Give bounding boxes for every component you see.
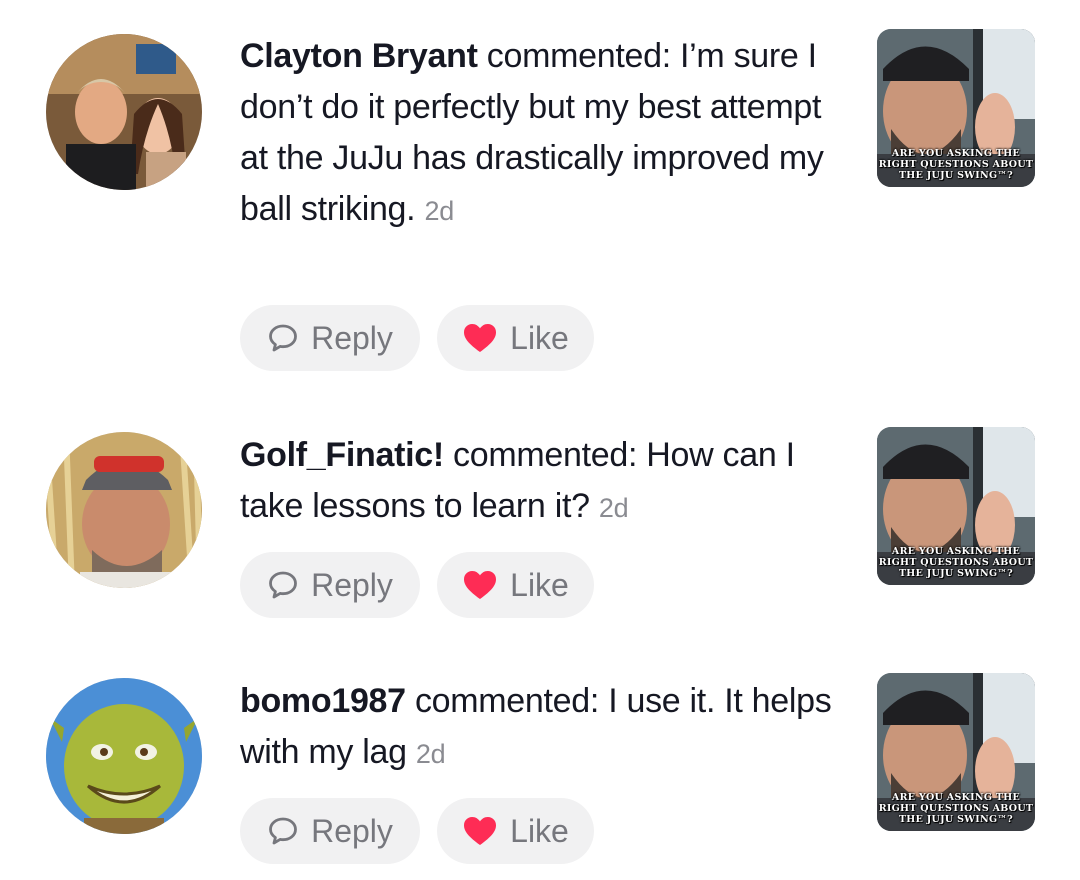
- video-caption: ARE YOU ASKING THE RIGHT QUESTIONS ABOUT…: [878, 792, 1034, 825]
- like-label: Like: [510, 812, 569, 849]
- reply-button[interactable]: Reply: [240, 552, 420, 618]
- reply-label: Reply: [311, 566, 393, 603]
- reply-label: Reply: [311, 812, 393, 849]
- comment-verb: commented:: [414, 682, 600, 720]
- video-thumbnail[interactable]: ARE YOU ASKING THE RIGHT QUESTIONS ABOUT…: [877, 427, 1035, 585]
- comment-verb: commented:: [453, 436, 638, 474]
- reply-label: Reply: [311, 319, 393, 356]
- comment-feed: Clayton Bryant commented: I’m sure I don…: [0, 0, 1080, 880]
- comment-text: Golf_Finatic! commented: How can I take …: [240, 430, 850, 534]
- comment-author[interactable]: Golf_Finatic!: [240, 436, 444, 474]
- comment-text: bomo1987 commented: I use it. It helps w…: [240, 676, 850, 780]
- heart-icon: [464, 817, 497, 845]
- reply-button[interactable]: Reply: [240, 305, 420, 371]
- reply-button[interactable]: Reply: [240, 798, 420, 864]
- video-thumbnail[interactable]: ARE YOU ASKING THE RIGHT QUESTIONS ABOUT…: [877, 673, 1035, 831]
- like-button[interactable]: Like: [437, 552, 594, 618]
- comment-timestamp: 2d: [598, 493, 629, 523]
- video-caption: ARE YOU ASKING THE RIGHT QUESTIONS ABOUT…: [878, 148, 1034, 181]
- speech-bubble-icon: [269, 817, 297, 845]
- speech-bubble-icon: [269, 571, 297, 599]
- comment-text: Clayton Bryant commented: I’m sure I don…: [240, 31, 850, 237]
- avatar[interactable]: [46, 432, 202, 588]
- like-button[interactable]: Like: [437, 305, 594, 371]
- like-button[interactable]: Like: [437, 798, 594, 864]
- comment-verb: commented:: [486, 37, 671, 75]
- heart-icon: [464, 324, 497, 352]
- like-label: Like: [510, 566, 569, 603]
- comment-author[interactable]: Clayton Bryant: [240, 37, 478, 75]
- heart-icon: [464, 571, 497, 599]
- comment-author[interactable]: bomo1987: [240, 682, 406, 720]
- avatar[interactable]: [46, 34, 202, 190]
- comment-timestamp: 2d: [424, 196, 454, 226]
- video-thumbnail[interactable]: ARE YOU ASKING THE RIGHT QUESTIONS ABOUT…: [877, 29, 1035, 187]
- video-caption: ARE YOU ASKING THE RIGHT QUESTIONS ABOUT…: [878, 546, 1034, 579]
- comment-timestamp: 2d: [415, 739, 446, 769]
- avatar[interactable]: [46, 678, 202, 834]
- speech-bubble-icon: [269, 324, 297, 352]
- like-label: Like: [510, 319, 569, 356]
